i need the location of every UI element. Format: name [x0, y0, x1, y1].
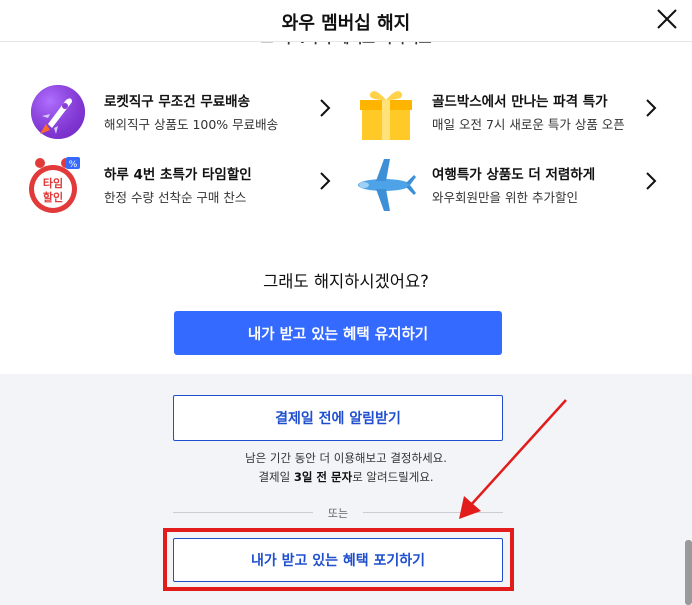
note-text: 로 알려드릴게요. [352, 470, 434, 484]
notify-note-line2: 결제일 3일 전 문자로 알려드릴게요. [0, 469, 692, 485]
notify-before-payment-button[interactable]: 결제일 전에 알림받기 [173, 395, 503, 441]
chevron-right-icon[interactable] [318, 98, 332, 118]
benefit-desc: 와우회원만을 위한 추가할인 [432, 190, 578, 205]
modal-title: 와우 멤버십 해지 [281, 13, 411, 34]
svg-text:%: % [69, 160, 78, 170]
benefit-title: 로켓직구 무조건 무료배송 [104, 94, 251, 110]
time-sale-badge-line2: 할인 [43, 190, 63, 204]
modal-header: 와우 멤버십 해지 [0, 0, 692, 42]
benefit-title: 하루 4번 초특가 타임할인 [104, 167, 252, 183]
rocket-icon [31, 85, 85, 139]
chevron-right-icon[interactable] [644, 171, 658, 191]
benefit-item-travel[interactable]: 여행특가 상품도 더 저렴하게 와우회원만을 위한 추가할인 [356, 157, 676, 217]
chevron-right-icon[interactable] [318, 171, 332, 191]
or-divider: 또는 [173, 507, 503, 520]
benefit-desc: 한정 수량 선착순 구매 찬스 [104, 190, 247, 205]
note-text: 결제일 [258, 470, 294, 484]
annotation-highlight-box [163, 528, 514, 591]
notify-note-line1: 남은 기간 동안 더 이용해보고 결정하세요. [245, 451, 447, 465]
benefit-item-rocket-overseas[interactable]: 로켓직구 무조건 무료배송 해외직구 상품도 100% 무료배송 [28, 84, 348, 144]
benefit-item-time-sale[interactable]: % 타임 할인 하루 4번 초특가 타임할인 한정 수량 선착순 구매 찬스 [28, 157, 348, 217]
benefit-title: 여행특가 상품도 더 저렴하게 [432, 167, 596, 183]
or-label: 또는 [327, 507, 349, 520]
note-emphasis: 3일 전 문자 [293, 470, 353, 484]
confirm-question: 그래도 해지하시겠어요? [263, 272, 429, 291]
benefit-desc: 해외직구 상품도 100% 무료배송 [104, 117, 279, 132]
time-sale-badge-line1: 타임 [43, 176, 63, 190]
close-icon[interactable] [654, 6, 680, 32]
chevron-right-icon[interactable] [644, 98, 658, 118]
benefit-desc: 매일 오전 7시 새로운 특가 상품 오픈 [432, 117, 625, 132]
keep-benefits-button[interactable]: 내가 받고 있는 혜택 유지하기 [174, 311, 502, 355]
scrollbar-thumb[interactable] [685, 540, 692, 605]
time-sale-clock-icon: % 타임 할인 [29, 157, 80, 213]
gift-box-icon [360, 91, 412, 140]
airplane-icon [358, 159, 416, 211]
benefit-item-goldbox[interactable]: 골드박스에서 만나는 파격 특가 매일 오전 7시 새로운 특가 상품 오픈 [356, 84, 676, 144]
divider-line [363, 512, 503, 513]
benefit-title: 골드박스에서 만나는 파격 특가 [432, 94, 608, 110]
